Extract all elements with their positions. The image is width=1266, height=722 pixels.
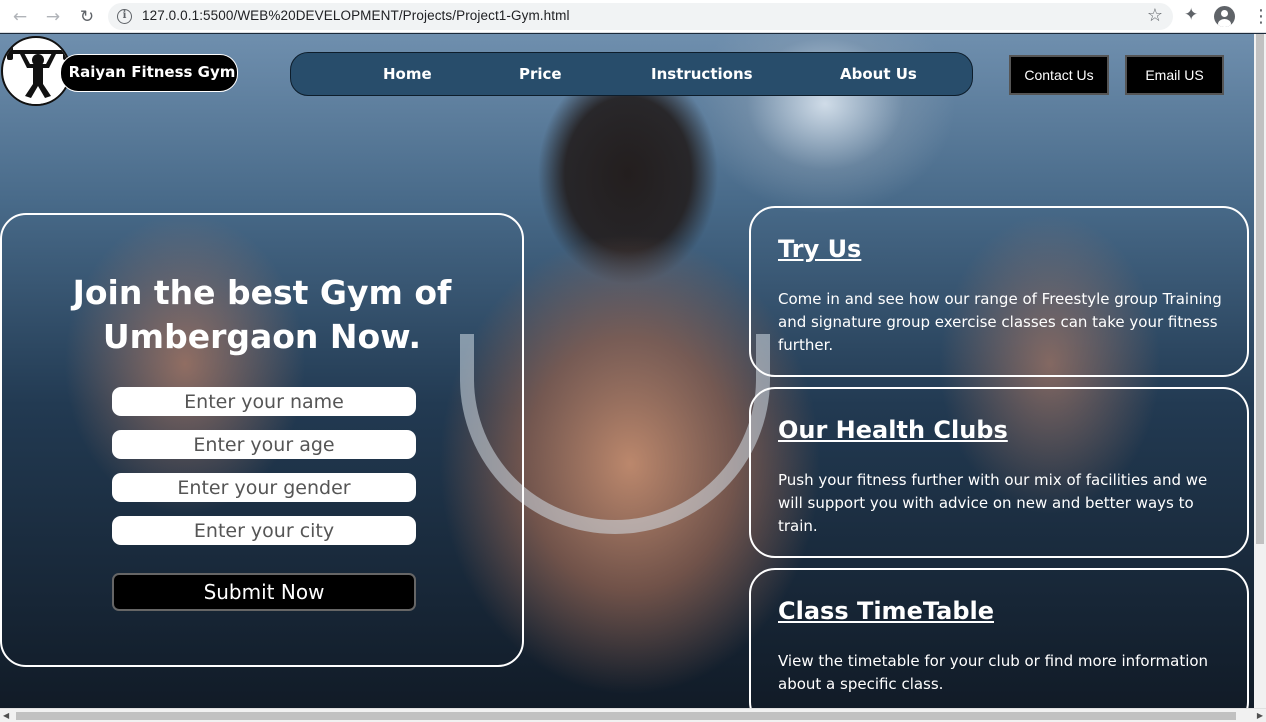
scroll-left-icon[interactable]: ◀	[3, 711, 9, 720]
horizontal-scrollbar[interactable]: ◀ ▶	[0, 708, 1266, 722]
profile-avatar-icon[interactable]	[1214, 6, 1235, 27]
contact-us-button[interactable]: Contact Us	[1009, 55, 1109, 95]
forward-arrow-icon[interactable]: →	[42, 6, 64, 28]
browser-toolbar: ← → ↻ i 127.0.0.1:5500/WEB%20DEVELOPMENT…	[0, 0, 1266, 33]
nav-home[interactable]: Home	[383, 65, 432, 83]
address-bar[interactable]: i 127.0.0.1:5500/WEB%20DEVELOPMENT/Proje…	[108, 3, 1173, 30]
card-title[interactable]: Class TimeTable	[778, 597, 994, 625]
submit-button[interactable]: Submit Now	[112, 573, 416, 611]
page-viewport: Raiyan Fitness Gym Home Price Instructio…	[0, 34, 1266, 708]
info-icon[interactable]: i	[117, 9, 132, 24]
horizontal-scrollbar-thumb[interactable]	[16, 712, 1236, 720]
extensions-puzzle-icon[interactable]: ✦	[1184, 5, 1198, 25]
url-text[interactable]: 127.0.0.1:5500/WEB%20DEVELOPMENT/Project…	[142, 8, 570, 23]
main-nav: Home Price Instructions About Us	[290, 52, 973, 96]
age-input[interactable]	[112, 430, 416, 459]
nav-instructions[interactable]: Instructions	[651, 65, 753, 83]
card-try-us: Try Us Come in and see how our range of …	[749, 206, 1249, 377]
card-text: Come in and see how our range of Freesty…	[778, 290, 1222, 354]
form-title: Join the best Gym of Umbergaon Now.	[72, 273, 452, 356]
gender-input[interactable]	[112, 473, 416, 502]
card-class-timetable: Class TimeTable View the timetable for y…	[749, 568, 1249, 708]
browser-menu-icon[interactable]: ⋮	[1252, 6, 1266, 28]
brand-name[interactable]: Raiyan Fitness Gym	[60, 54, 238, 92]
name-input[interactable]	[112, 387, 416, 416]
email-us-button[interactable]: Email US	[1125, 55, 1224, 95]
nav-price[interactable]: Price	[519, 65, 562, 83]
nav-about-us[interactable]: About Us	[840, 65, 917, 83]
vertical-scrollbar-thumb[interactable]	[1256, 34, 1264, 544]
back-arrow-icon[interactable]: ←	[9, 6, 31, 28]
scroll-right-icon[interactable]: ▶	[1257, 711, 1263, 720]
city-input[interactable]	[112, 516, 416, 545]
vertical-scrollbar[interactable]	[1254, 34, 1266, 708]
reload-icon[interactable]: ↻	[76, 6, 98, 28]
bookmark-star-icon[interactable]: ☆	[1147, 5, 1163, 26]
card-text: View the timetable for your club or find…	[778, 652, 1209, 693]
card-text: Push your fitness further with our mix o…	[778, 471, 1208, 535]
signup-form: Join the best Gym of Umbergaon Now. Subm…	[0, 213, 524, 667]
card-title[interactable]: Our Health Clubs	[778, 416, 1008, 444]
card-title[interactable]: Try Us	[778, 235, 861, 263]
card-health-clubs: Our Health Clubs Push your fitness furth…	[749, 387, 1249, 558]
